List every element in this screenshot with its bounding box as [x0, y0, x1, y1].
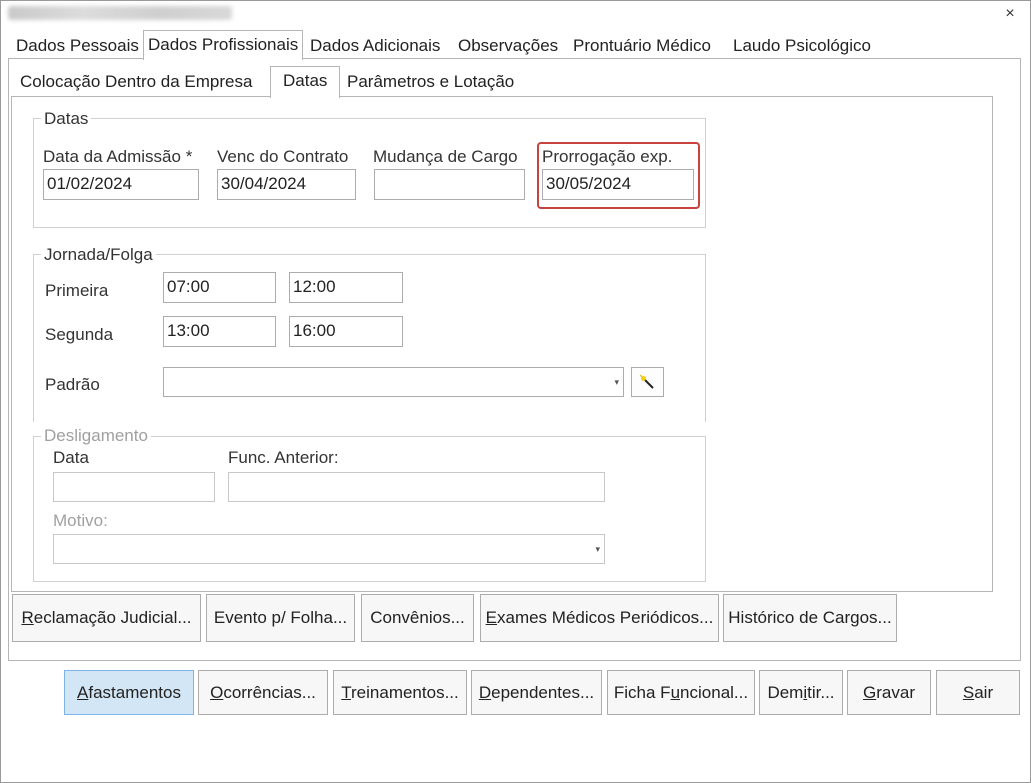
primeira-fim-input[interactable]: 12:00	[289, 272, 403, 303]
mudanca-cargo-input[interactable]	[374, 169, 525, 200]
exames-medicos-button[interactable]: Exames Médicos Periódicos...	[480, 594, 719, 642]
sair-button[interactable]: Sair	[936, 670, 1020, 715]
historico-cargos-button[interactable]: Histórico de Cargos...	[723, 594, 897, 642]
padrao-label: Padrão	[45, 375, 100, 394]
reclamacao-judicial-button[interactable]: Reclamação Judicial...	[12, 594, 201, 642]
tab-laudo-psicologico[interactable]: Laudo Psicológico	[733, 32, 871, 60]
admissao-input[interactable]: 01/02/2024	[43, 169, 199, 200]
tab-colocacao[interactable]: Colocação Dentro da Empresa	[20, 68, 252, 96]
tab-dados-pessoais[interactable]: Dados Pessoais	[16, 32, 139, 60]
magic-wand-icon	[639, 374, 654, 389]
desligamento-legend: Desligamento	[41, 426, 151, 446]
venc-contrato-label: Venc do Contrato	[217, 147, 349, 166]
tab-prontuario-medico[interactable]: Prontuário Médico	[573, 32, 711, 60]
ocorrencias-button[interactable]: Ocorrências...	[198, 670, 328, 715]
desligamento-data-label: Data	[53, 448, 89, 467]
tab-parametros-lotacao[interactable]: Parâmetros e Lotação	[347, 68, 514, 96]
primeira-inicio-input[interactable]: 07:00	[163, 272, 276, 303]
gravar-button[interactable]: Gravar	[847, 670, 931, 715]
afastamentos-button[interactable]: Afastamentos	[64, 670, 194, 715]
tab-dados-adicionais[interactable]: Dados Adicionais	[310, 32, 440, 60]
venc-contrato-input[interactable]: 30/04/2024	[217, 169, 356, 200]
datas-legend: Datas	[41, 109, 92, 129]
desligamento-data-input[interactable]	[53, 472, 215, 502]
segunda-inicio-input[interactable]: 13:00	[163, 316, 276, 347]
convenios-button[interactable]: Convênios...	[361, 594, 474, 642]
func-anterior-input[interactable]	[228, 472, 605, 502]
segunda-fim-input[interactable]: 16:00	[289, 316, 403, 347]
prorrogacao-input[interactable]: 30/05/2024	[542, 169, 694, 200]
motivo-label: Motivo:	[53, 511, 108, 530]
chevron-down-icon: ▾	[595, 544, 600, 554]
evento-folha-button[interactable]: Evento p/ Folha...	[206, 594, 355, 642]
tab-dados-profissionais[interactable]: Dados Profissionais	[143, 30, 304, 60]
padrao-select[interactable]: ▾	[163, 367, 624, 397]
close-icon[interactable]: ×	[1000, 4, 1020, 24]
primeira-label: Primeira	[45, 281, 109, 300]
tab-observacoes[interactable]: Observações	[458, 32, 558, 60]
window-title	[8, 6, 232, 20]
admissao-label: Data da Admissão *	[43, 147, 193, 166]
demitir-button[interactable]: Demitir...	[759, 670, 843, 715]
chevron-down-icon: ▾	[614, 377, 619, 387]
tab-datas[interactable]: Datas	[270, 66, 341, 98]
motivo-select[interactable]: ▾	[53, 534, 605, 564]
segunda-label: Segunda	[45, 325, 114, 344]
magic-wand-button[interactable]	[631, 367, 664, 397]
func-anterior-label: Func. Anterior:	[228, 448, 339, 467]
mudanca-cargo-label: Mudança de Cargo	[373, 147, 518, 166]
treinamentos-button[interactable]: Treinamentos...	[333, 670, 467, 715]
ficha-funcional-button[interactable]: Ficha Funcional...	[607, 670, 755, 715]
prorrogacao-label: Prorrogação exp.	[542, 147, 673, 166]
dependentes-button[interactable]: Dependentes...	[471, 670, 602, 715]
jornada-legend: Jornada/Folga	[41, 245, 156, 265]
